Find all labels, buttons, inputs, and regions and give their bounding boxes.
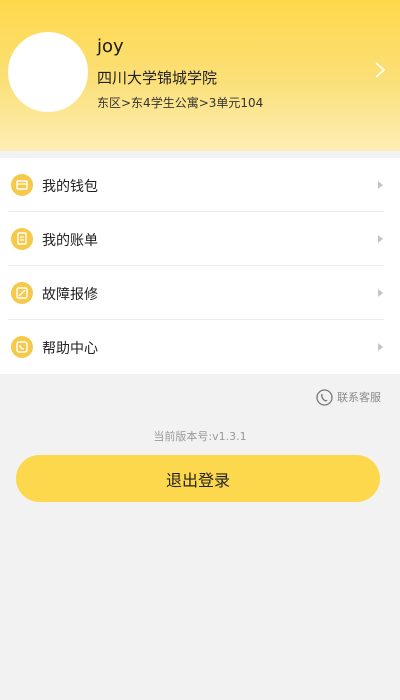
- menu-item-bill[interactable]: 我的账单: [0, 212, 400, 266]
- profile-screen: joy 四川大学锦城学院 东区>东4学生公寓>3单元104 我的钱包 我的账单 …: [0, 0, 400, 700]
- profile-header[interactable]: joy 四川大学锦城学院 东区>东4学生公寓>3单元104: [0, 0, 400, 151]
- menu-item-label: 帮助中心: [42, 341, 98, 357]
- username: joy: [97, 36, 124, 57]
- chevron-right-icon: [378, 289, 383, 297]
- customer-service-icon: [316, 388, 333, 406]
- dorm-address: 东区>东4学生公寓>3单元104: [97, 96, 264, 110]
- wallet-icon: [11, 174, 33, 196]
- menu-list: 我的钱包 我的账单 故障报修 帮助中心: [0, 158, 400, 374]
- contact-service-link[interactable]: 联系客服: [316, 387, 381, 407]
- menu-item-label: 我的钱包: [42, 179, 98, 195]
- menu-item-label: 我的账单: [42, 233, 98, 249]
- help-phone-icon: [11, 336, 33, 358]
- menu-item-repair[interactable]: 故障报修: [0, 266, 400, 320]
- menu-item-help[interactable]: 帮助中心: [0, 320, 400, 374]
- repair-icon: [11, 282, 33, 304]
- chevron-right-icon: [378, 181, 383, 189]
- menu-item-label: 故障报修: [42, 287, 98, 303]
- avatar[interactable]: [8, 32, 88, 112]
- chevron-right-icon: [378, 235, 383, 243]
- bill-icon: [11, 228, 33, 250]
- chevron-right-icon: [378, 343, 383, 351]
- logout-button[interactable]: 退出登录: [16, 455, 380, 502]
- chevron-right-icon[interactable]: [373, 60, 387, 80]
- contact-service-label: 联系客服: [337, 391, 381, 404]
- version-text: 当前版本号:v1.3.1: [153, 430, 247, 443]
- menu-item-wallet[interactable]: 我的钱包: [0, 158, 400, 212]
- school-name: 四川大学锦城学院: [97, 69, 218, 87]
